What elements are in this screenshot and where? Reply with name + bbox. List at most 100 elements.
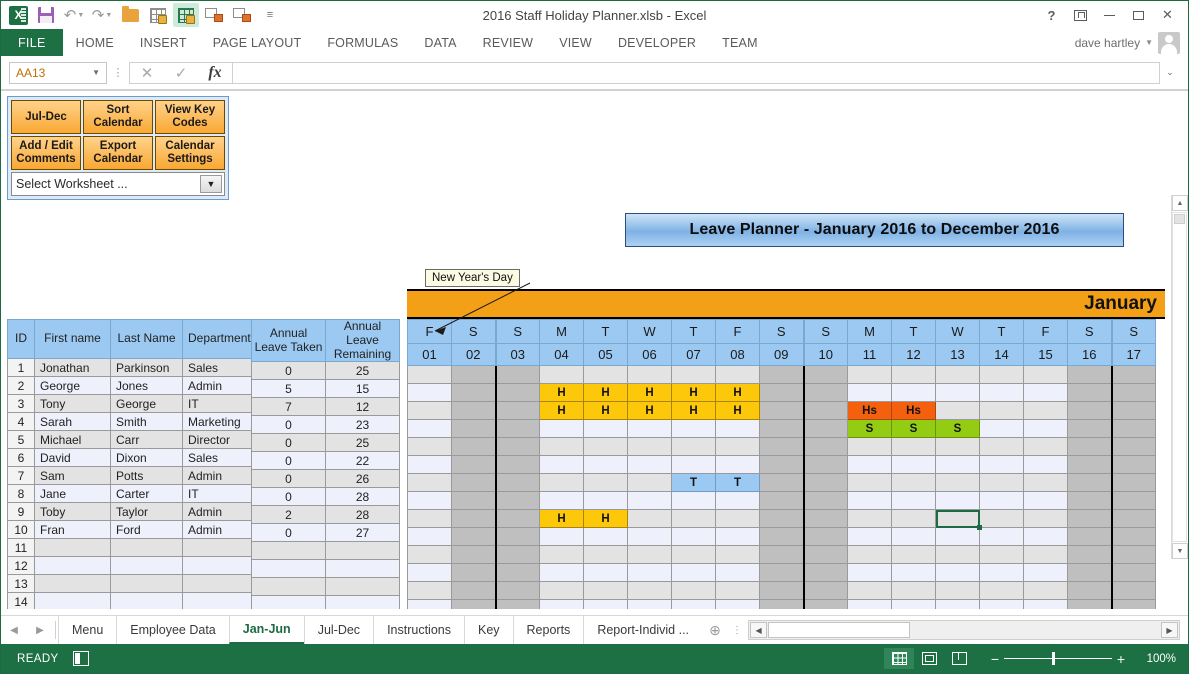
calendar-cell[interactable] — [496, 438, 540, 456]
calendar-cell-H[interactable]: H — [672, 402, 716, 420]
zoom-out-icon[interactable]: − — [986, 651, 1004, 667]
calendar-cell[interactable] — [584, 438, 628, 456]
calendar-cell[interactable] — [408, 528, 452, 546]
cell-dept[interactable]: Admin — [183, 377, 257, 395]
calendar-cell[interactable] — [980, 456, 1024, 474]
table-row[interactable]: 026 — [252, 470, 400, 488]
calendar-cell[interactable] — [408, 492, 452, 510]
sheet-tab-jan-jun[interactable]: Jan-Jun — [229, 616, 304, 644]
avatar[interactable] — [1158, 32, 1180, 54]
table-row[interactable]: 023 — [252, 416, 400, 434]
cell-first[interactable]: Tony — [35, 395, 111, 413]
calendar-cell[interactable] — [672, 582, 716, 600]
calendar-cell[interactable] — [936, 600, 980, 610]
zoom-in-icon[interactable]: + — [1112, 651, 1130, 667]
open-icon[interactable] — [117, 3, 143, 27]
calendar-cell[interactable] — [1024, 402, 1068, 420]
cell-remaining[interactable]: 28 — [326, 506, 400, 524]
cell-remaining[interactable] — [326, 596, 400, 609]
calendar-cell[interactable] — [496, 600, 540, 610]
table-row[interactable]: 9TobyTaylorAdmin — [8, 503, 257, 521]
calendar-cell[interactable] — [628, 456, 672, 474]
calendar-cell[interactable] — [804, 582, 848, 600]
calendar-cell[interactable] — [1024, 438, 1068, 456]
calendar-daynumber[interactable]: 10 — [804, 344, 848, 366]
calendar-cell[interactable] — [804, 474, 848, 492]
calendar-weekday[interactable]: S — [760, 320, 804, 344]
cell-taken[interactable]: 0 — [252, 470, 326, 488]
cell-first[interactable]: Toby — [35, 503, 111, 521]
calendar-cell[interactable] — [980, 384, 1024, 402]
calendar-cell[interactable] — [628, 528, 672, 546]
calendar-cell[interactable] — [1024, 546, 1068, 564]
tab-insert[interactable]: INSERT — [127, 29, 200, 56]
tab-formulas[interactable]: FORMULAS — [314, 29, 411, 56]
calendar-cell[interactable] — [892, 384, 936, 402]
calendar-cell[interactable] — [1024, 600, 1068, 610]
cell-taken[interactable]: 2 — [252, 506, 326, 524]
table-row[interactable]: 515 — [252, 380, 400, 398]
calendar-cell[interactable] — [980, 546, 1024, 564]
cell-id[interactable]: 4 — [8, 413, 35, 431]
cell-id[interactable]: 12 — [8, 557, 35, 575]
calendar-cell[interactable] — [496, 528, 540, 546]
next-sheet-icon[interactable]: ▶ — [27, 616, 53, 644]
calendar-cell[interactable] — [628, 492, 672, 510]
calendar-cell[interactable] — [848, 528, 892, 546]
calendar-weekday[interactable]: T — [672, 320, 716, 344]
table-row[interactable]: 10FranFordAdmin — [8, 521, 257, 539]
table-row[interactable]: 5MichaelCarrDirector — [8, 431, 257, 449]
calendar-daynumber[interactable]: 17 — [1112, 344, 1156, 366]
calendar-cell[interactable] — [980, 402, 1024, 420]
table-row[interactable]: 6DavidDixonSales — [8, 449, 257, 467]
calendar-daynumber[interactable]: 02 — [452, 344, 496, 366]
calendar-cell[interactable] — [760, 546, 804, 564]
cell-id[interactable]: 11 — [8, 539, 35, 557]
cell-taken[interactable]: 0 — [252, 362, 326, 380]
cell-dept[interactable] — [183, 539, 257, 557]
horizontal-scroll-thumb[interactable] — [768, 622, 910, 638]
cell-id[interactable]: 6 — [8, 449, 35, 467]
cell-remaining[interactable]: 25 — [326, 362, 400, 380]
calendar-cell[interactable] — [452, 438, 496, 456]
calendar-cell[interactable] — [848, 546, 892, 564]
calendar-cell[interactable] — [408, 474, 452, 492]
calendar-cell[interactable] — [628, 510, 672, 528]
calendar-cell[interactable] — [936, 456, 980, 474]
calendar-cell[interactable] — [936, 528, 980, 546]
add-sheet-icon[interactable]: ⊕ — [702, 616, 728, 644]
calendar-cell[interactable] — [980, 492, 1024, 510]
calendar-cell[interactable] — [452, 456, 496, 474]
calendar-cell[interactable] — [804, 492, 848, 510]
cell-dept[interactable]: Director — [183, 431, 257, 449]
vertical-scroll-thumb[interactable] — [1174, 214, 1185, 224]
calendar-cell-S[interactable]: S — [936, 420, 980, 438]
calendar-cell[interactable] — [584, 600, 628, 610]
cell-remaining[interactable] — [326, 560, 400, 578]
calendar-cell[interactable] — [1112, 456, 1156, 474]
cell-taken[interactable]: 0 — [252, 524, 326, 542]
calendar-cell[interactable] — [452, 420, 496, 438]
cell-remaining[interactable] — [326, 542, 400, 560]
calendar-cell[interactable] — [540, 600, 584, 610]
calendar-cell[interactable] — [1068, 510, 1112, 528]
calendar-cell[interactable] — [1112, 564, 1156, 582]
calendar-cell[interactable] — [628, 582, 672, 600]
cell-id[interactable]: 3 — [8, 395, 35, 413]
cancel-icon[interactable]: ✕ — [130, 64, 164, 82]
tab-page-layout[interactable]: PAGE LAYOUT — [200, 29, 315, 56]
table-row[interactable]: 14 — [8, 593, 257, 610]
calendar-cell-H[interactable]: H — [628, 384, 672, 402]
calendar-cell[interactable] — [1024, 528, 1068, 546]
table-row[interactable] — [252, 542, 400, 560]
calendar-cell[interactable] — [848, 510, 892, 528]
calendar-cell[interactable] — [980, 438, 1024, 456]
cell-taken[interactable] — [252, 578, 326, 596]
calendar-cell[interactable] — [716, 492, 760, 510]
calendar-cell[interactable] — [540, 546, 584, 564]
calendar-weekday[interactable]: T — [892, 320, 936, 344]
calendar-cell[interactable] — [804, 366, 848, 384]
calendar-cell[interactable] — [892, 438, 936, 456]
calendar-cell[interactable] — [760, 474, 804, 492]
calendar-weekday[interactable]: W — [628, 320, 672, 344]
